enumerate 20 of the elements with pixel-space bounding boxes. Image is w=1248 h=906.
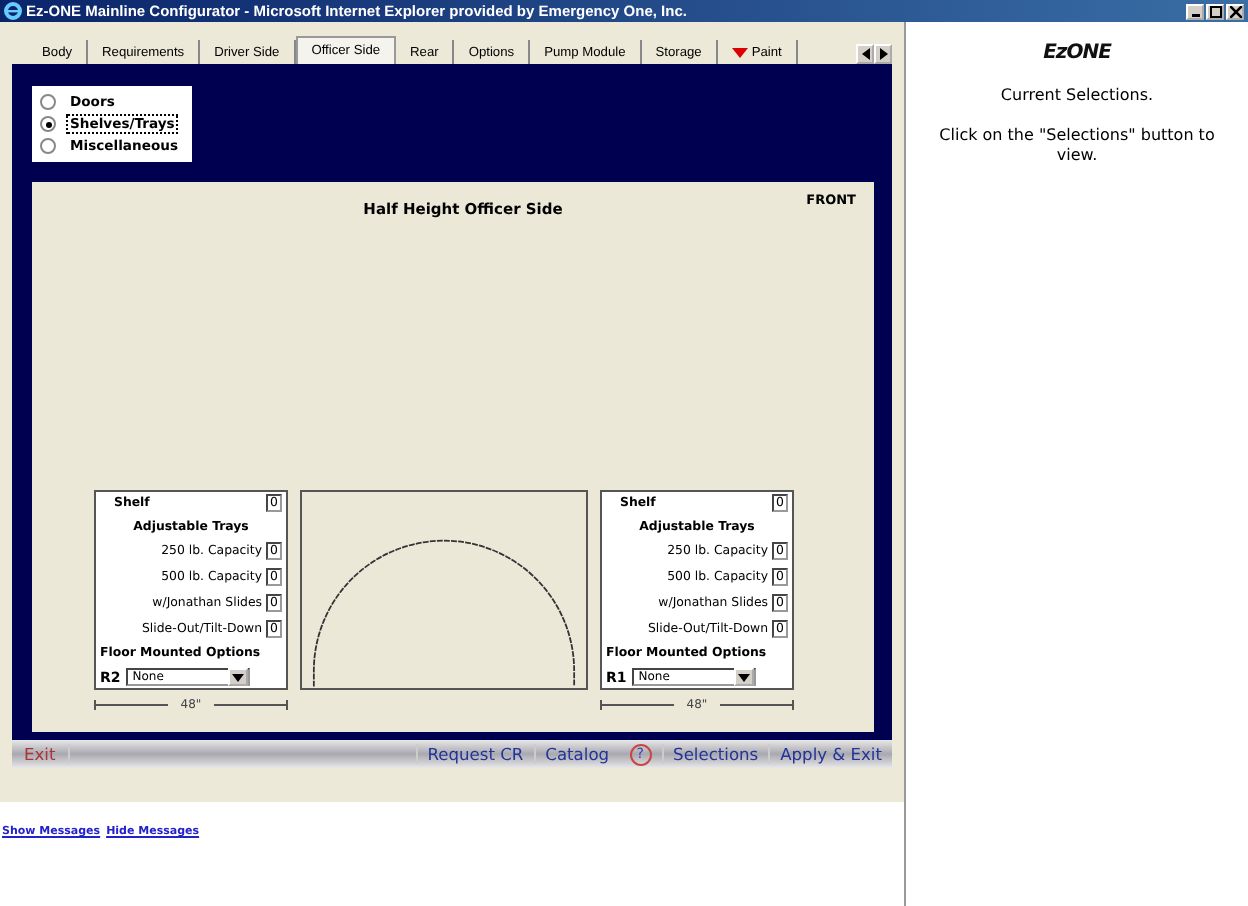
toolbar-link[interactable]: Apply & Exit	[768, 744, 892, 764]
toolbar-link[interactable]: Request CR	[415, 744, 534, 764]
maximize-button[interactable]	[1206, 3, 1224, 19]
logo: EzONE	[1043, 42, 1111, 64]
maximize-icon	[1209, 5, 1221, 17]
scroll-right-button[interactable]	[874, 44, 892, 64]
left-arrow-icon	[861, 48, 869, 60]
down-triangle-icon	[731, 47, 748, 57]
caret-icon	[738, 673, 751, 681]
toolbar-link[interactable]: Catalog	[533, 744, 620, 764]
close-icon	[1229, 5, 1241, 17]
selections-heading: Current Selections.	[1000, 86, 1154, 104]
caret-icon	[232, 673, 245, 681]
selections-hint: Click on the "Selections" button to view.	[937, 126, 1217, 166]
toolbar-link[interactable]: Selections	[661, 744, 769, 764]
right-arrow-icon	[879, 48, 887, 60]
minimize-button[interactable]	[1186, 3, 1204, 19]
browser-logo-icon	[4, 2, 22, 20]
scroll-left-button[interactable]	[856, 44, 874, 64]
close-button[interactable]	[1226, 3, 1244, 19]
